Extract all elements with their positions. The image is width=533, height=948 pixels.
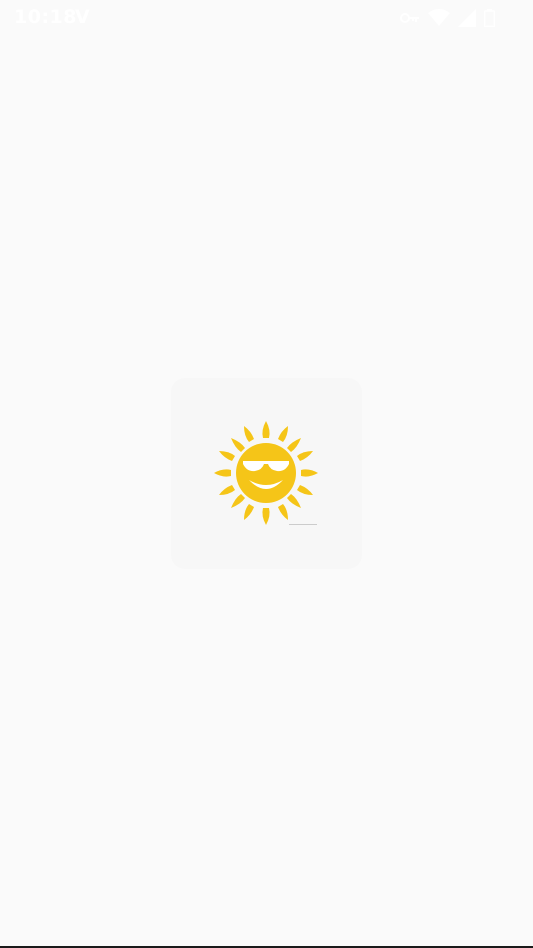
wifi-icon [428,9,450,27]
battery-icon [484,9,495,27]
smiling-sun-sunglasses-icon [211,418,321,528]
status-icons [400,8,495,28]
status-bar: 10:18 V [0,0,533,36]
splash-screen: 10:18 V [0,0,533,948]
status-time: 10:18 [14,6,77,28]
vpn-key-icon [400,12,420,24]
carrier-icon: V [75,6,90,28]
signal-icon [458,9,476,27]
